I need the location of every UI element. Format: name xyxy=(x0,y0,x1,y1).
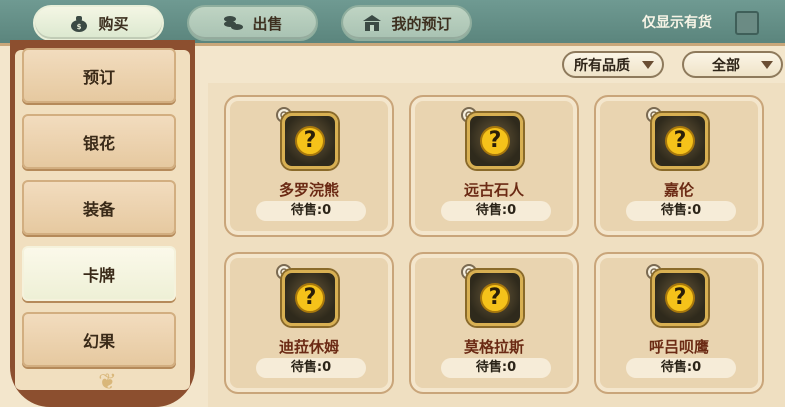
sidebar-item-label: 银花 xyxy=(82,133,115,153)
shop-icon xyxy=(361,13,383,33)
money-bag-icon: $ xyxy=(68,13,90,33)
quality-filter-dropdown[interactable]: 所有品质 xyxy=(562,51,664,78)
chevron-down-icon xyxy=(761,61,773,69)
question-mark-icon: ? xyxy=(295,126,325,156)
card-name: 嘉伦 xyxy=(663,181,694,199)
tab-my-orders[interactable]: 我的预订 xyxy=(341,5,472,41)
sidebar-item-reserve[interactable]: 预订 xyxy=(22,48,176,103)
quality-filter-value: 所有品质 xyxy=(574,57,630,74)
card-portrait: ? xyxy=(652,270,708,326)
type-filter-value: 全部 xyxy=(712,57,740,74)
tab-buy-label: 购买 xyxy=(98,14,129,33)
card-portrait: ? xyxy=(652,113,708,169)
card-stock: 待售:0 xyxy=(256,201,366,221)
card-item[interactable]: ? 呼吕呗鹰 待售:0 xyxy=(594,252,764,394)
sidebar-item-label: 预订 xyxy=(82,67,115,87)
card-portrait: ? xyxy=(467,113,523,169)
sidebar-item-label: 幻果 xyxy=(82,331,115,351)
ornament-icon: ❦ xyxy=(98,370,117,395)
in-stock-only-checkbox[interactable] xyxy=(735,11,759,35)
card-name: 莫格拉斯 xyxy=(463,338,524,356)
card-stock: 待售:0 xyxy=(626,201,736,221)
card-name: 多罗浣熊 xyxy=(278,181,339,199)
sidebar-item-label: 卡牌 xyxy=(82,265,115,285)
sidebar-item-label: 装备 xyxy=(82,199,115,219)
sidebar-item-silver-flower[interactable]: 银花 xyxy=(22,114,176,169)
card-stock: 待售:0 xyxy=(441,201,551,221)
sidebar-item-fantasy-fruit[interactable]: 幻果 xyxy=(22,312,176,367)
card-name: 呼吕呗鹰 xyxy=(648,338,709,356)
tab-sell-label: 出售 xyxy=(252,14,283,33)
card-item[interactable]: ? 远古石人 待售:0 xyxy=(409,95,579,237)
card-portrait: ? xyxy=(282,270,338,326)
card-item[interactable]: ? 莫格拉斯 待售:0 xyxy=(409,252,579,394)
tab-buy[interactable]: $ 购买 xyxy=(33,5,164,41)
card-stock: 待售:0 xyxy=(256,358,366,378)
chevron-down-icon xyxy=(642,61,654,69)
question-mark-icon: ? xyxy=(480,283,510,313)
card-stock: 待售:0 xyxy=(626,358,736,378)
question-mark-icon: ? xyxy=(295,283,325,313)
tab-sell[interactable]: 出售 xyxy=(187,5,318,41)
svg-text:$: $ xyxy=(77,23,82,31)
question-mark-icon: ? xyxy=(665,283,695,313)
card-portrait: ? xyxy=(282,113,338,169)
card-stock: 待售:0 xyxy=(441,358,551,378)
sidebar-item-equipment[interactable]: 装备 xyxy=(22,180,176,235)
question-mark-icon: ? xyxy=(480,126,510,156)
card-name: 远古石人 xyxy=(463,181,524,199)
coins-icon xyxy=(222,13,244,33)
card-portrait: ? xyxy=(467,270,523,326)
question-mark-icon: ? xyxy=(665,126,695,156)
in-stock-only-label: 仅显示有货 xyxy=(642,15,712,31)
type-filter-dropdown[interactable]: 全部 xyxy=(682,51,783,78)
card-item[interactable]: ? 迪菈休姆 待售:0 xyxy=(224,252,394,394)
card-item[interactable]: ? 嘉伦 待售:0 xyxy=(594,95,764,237)
card-item[interactable]: ? 多罗浣熊 待售:0 xyxy=(224,95,394,237)
card-name: 迪菈休姆 xyxy=(278,338,339,356)
tab-my-orders-label: 我的预订 xyxy=(391,14,452,33)
sidebar-item-cards[interactable]: 卡牌 xyxy=(22,246,176,301)
